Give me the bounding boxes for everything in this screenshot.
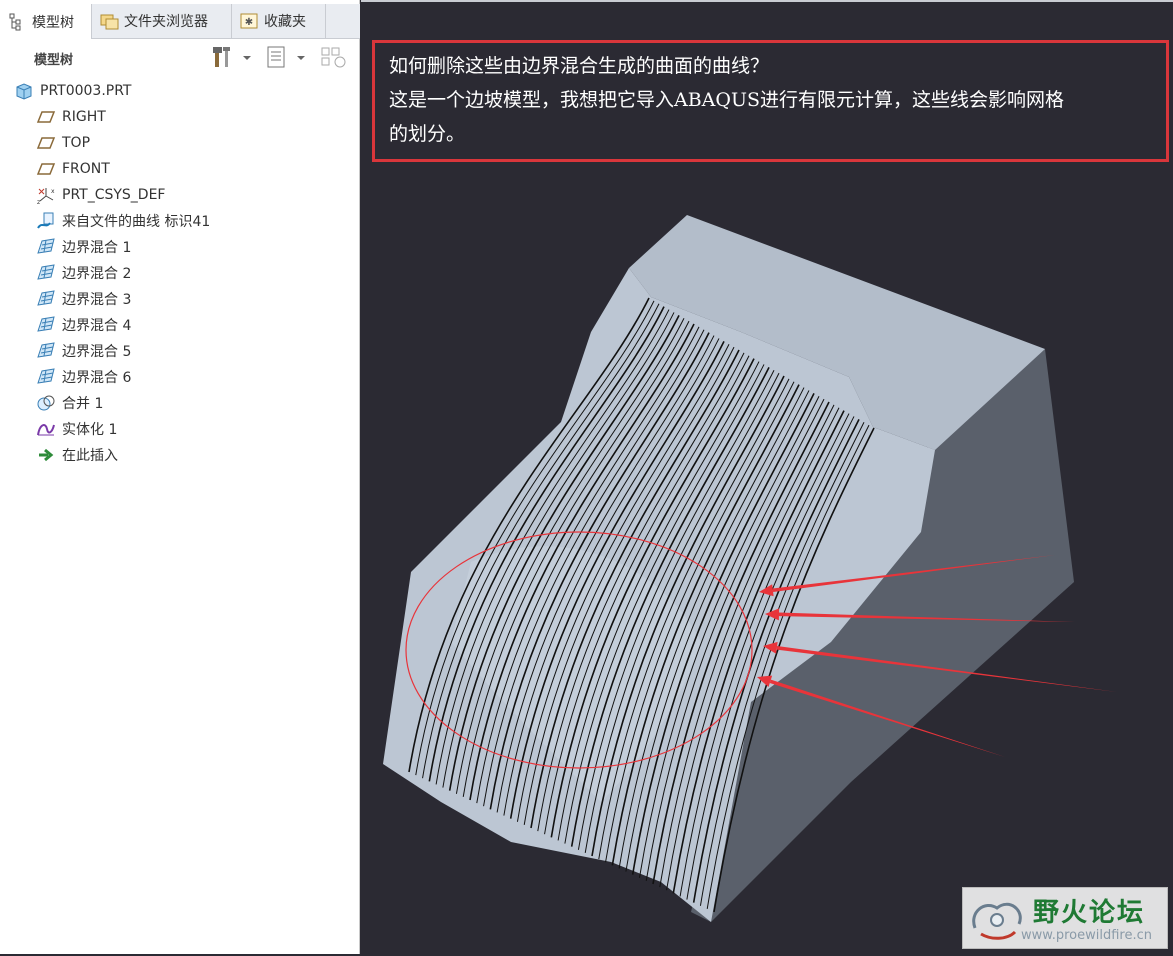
tab-label: 文件夹浏览器 [124, 14, 208, 30]
model-tree-panel: 模型树 文件夹浏览器 ✱ 收藏夹 模型树 PRT0003.PRT RIGHT T… [0, 0, 360, 954]
merge-icon [36, 393, 56, 413]
tab-label: 收藏夹 [264, 14, 306, 30]
part-icon [14, 81, 34, 101]
datum-plane-icon [36, 159, 56, 179]
graphics-window[interactable]: 如何删除这些由边界混合生成的曲面的曲线？ 这是一个边坡模型，我想把它导入ABAQ… [361, 0, 1173, 954]
tree-item-label: 实体化 1 [62, 422, 118, 438]
tree-item-label: FRONT [62, 161, 110, 177]
question-line-3: 的划分。 [389, 123, 466, 145]
watermark-url: www.proewildfire.cn [1021, 928, 1152, 943]
tree-item-label: PRT0003.PRT [40, 83, 132, 99]
tree-columns-icon[interactable] [264, 44, 290, 70]
question-annotation-box: 如何删除这些由边界混合生成的曲面的曲线？ 这是一个边坡模型，我想把它导入ABAQ… [372, 40, 1169, 162]
tree-item[interactable]: 边界混合 5 [10, 338, 350, 364]
boundary-blend-icon [36, 315, 56, 335]
tree-item-label: 合并 1 [62, 396, 104, 412]
tree-root-part[interactable]: PRT0003.PRT [10, 78, 350, 104]
tree-item[interactable]: 边界混合 4 [10, 312, 350, 338]
tree-item-label: PRT_CSYS_DEF [62, 187, 166, 203]
tab-model-tree[interactable]: 模型树 [0, 4, 92, 39]
boundary-blend-icon [36, 367, 56, 387]
tree-item[interactable]: 实体化 1 [10, 416, 350, 442]
dropdown-icon[interactable] [240, 44, 254, 70]
tree-item[interactable]: 在此插入 [10, 442, 350, 468]
boundary-blend-icon [36, 237, 56, 257]
settings-tools-icon[interactable] [210, 44, 236, 70]
datum-plane-icon [36, 107, 56, 127]
svg-text:x: x [51, 188, 55, 195]
favorites-icon: ✱ [240, 12, 258, 30]
model-tree: PRT0003.PRT RIGHT TOP FRONT z x PRT_CSYS_DEF 来… [10, 78, 350, 468]
tree-item[interactable]: FRONT [10, 156, 350, 182]
tree-item-label: RIGHT [62, 109, 106, 125]
watermark-logo-icon [967, 894, 1027, 950]
boundary-blend-icon [36, 263, 56, 283]
tree-item[interactable]: 合并 1 [10, 390, 350, 416]
tree-item[interactable]: z x PRT_CSYS_DEF [10, 182, 350, 208]
insert-here-arrow-icon [36, 445, 56, 465]
tree-item[interactable]: 边界混合 6 [10, 364, 350, 390]
tree-item[interactable]: 边界混合 1 [10, 234, 350, 260]
folder-browser-icon [100, 12, 119, 30]
tree-item-label: 边界混合 1 [62, 240, 132, 256]
tab-folder-browser[interactable]: 文件夹浏览器 [92, 4, 232, 38]
tree-item-label: 边界混合 6 [62, 370, 132, 386]
tree-item-label: 来自文件的曲线 标识41 [62, 214, 211, 230]
tree-item[interactable]: 来自文件的曲线 标识41 [10, 208, 350, 234]
tree-item-label: 边界混合 5 [62, 344, 132, 360]
panel-tabs: 模型树 文件夹浏览器 ✱ 收藏夹 [0, 4, 360, 39]
solidify-icon [36, 419, 56, 439]
coordinate-system-icon: zx [36, 185, 56, 206]
curve-from-file-icon [36, 211, 56, 231]
tree-item-label: 边界混合 4 [62, 318, 132, 334]
question-line-2: 这是一个边坡模型，我想把它导入ABAQUS进行有限元计算，这些线会影响网格 [389, 89, 1065, 111]
boundary-blend-icon [36, 341, 56, 361]
watermark-title: 野火论坛 [1033, 898, 1146, 928]
toolbar-title: 模型树 [34, 53, 74, 68]
tree-item[interactable]: RIGHT [10, 104, 350, 130]
tab-favorites[interactable]: ✱ 收藏夹 [232, 4, 326, 38]
dropdown-icon[interactable] [294, 44, 308, 70]
tree-toolbar: 模型树 [0, 38, 360, 76]
question-line-1: 如何删除这些由边界混合生成的曲面的曲线？ [389, 55, 770, 77]
model-tree-icon [8, 13, 26, 31]
tree-item-label: TOP [62, 135, 91, 151]
tree-item-label: 边界混合 2 [62, 266, 132, 282]
svg-text:z: z [37, 199, 40, 205]
tab-label: 模型树 [32, 14, 74, 31]
show-icon[interactable] [320, 44, 346, 70]
tree-item[interactable]: 边界混合 3 [10, 286, 350, 312]
forum-watermark: 野火论坛 www.proewildfire.cn [962, 887, 1168, 949]
tree-item-label: 在此插入 [62, 448, 118, 464]
tree-item[interactable]: TOP [10, 130, 350, 156]
tree-item[interactable]: 边界混合 2 [10, 260, 350, 286]
datum-plane-icon [36, 133, 56, 153]
boundary-blend-icon [36, 289, 56, 309]
tree-item-label: 边界混合 3 [62, 292, 132, 308]
svg-text:✱: ✱ [245, 17, 253, 28]
